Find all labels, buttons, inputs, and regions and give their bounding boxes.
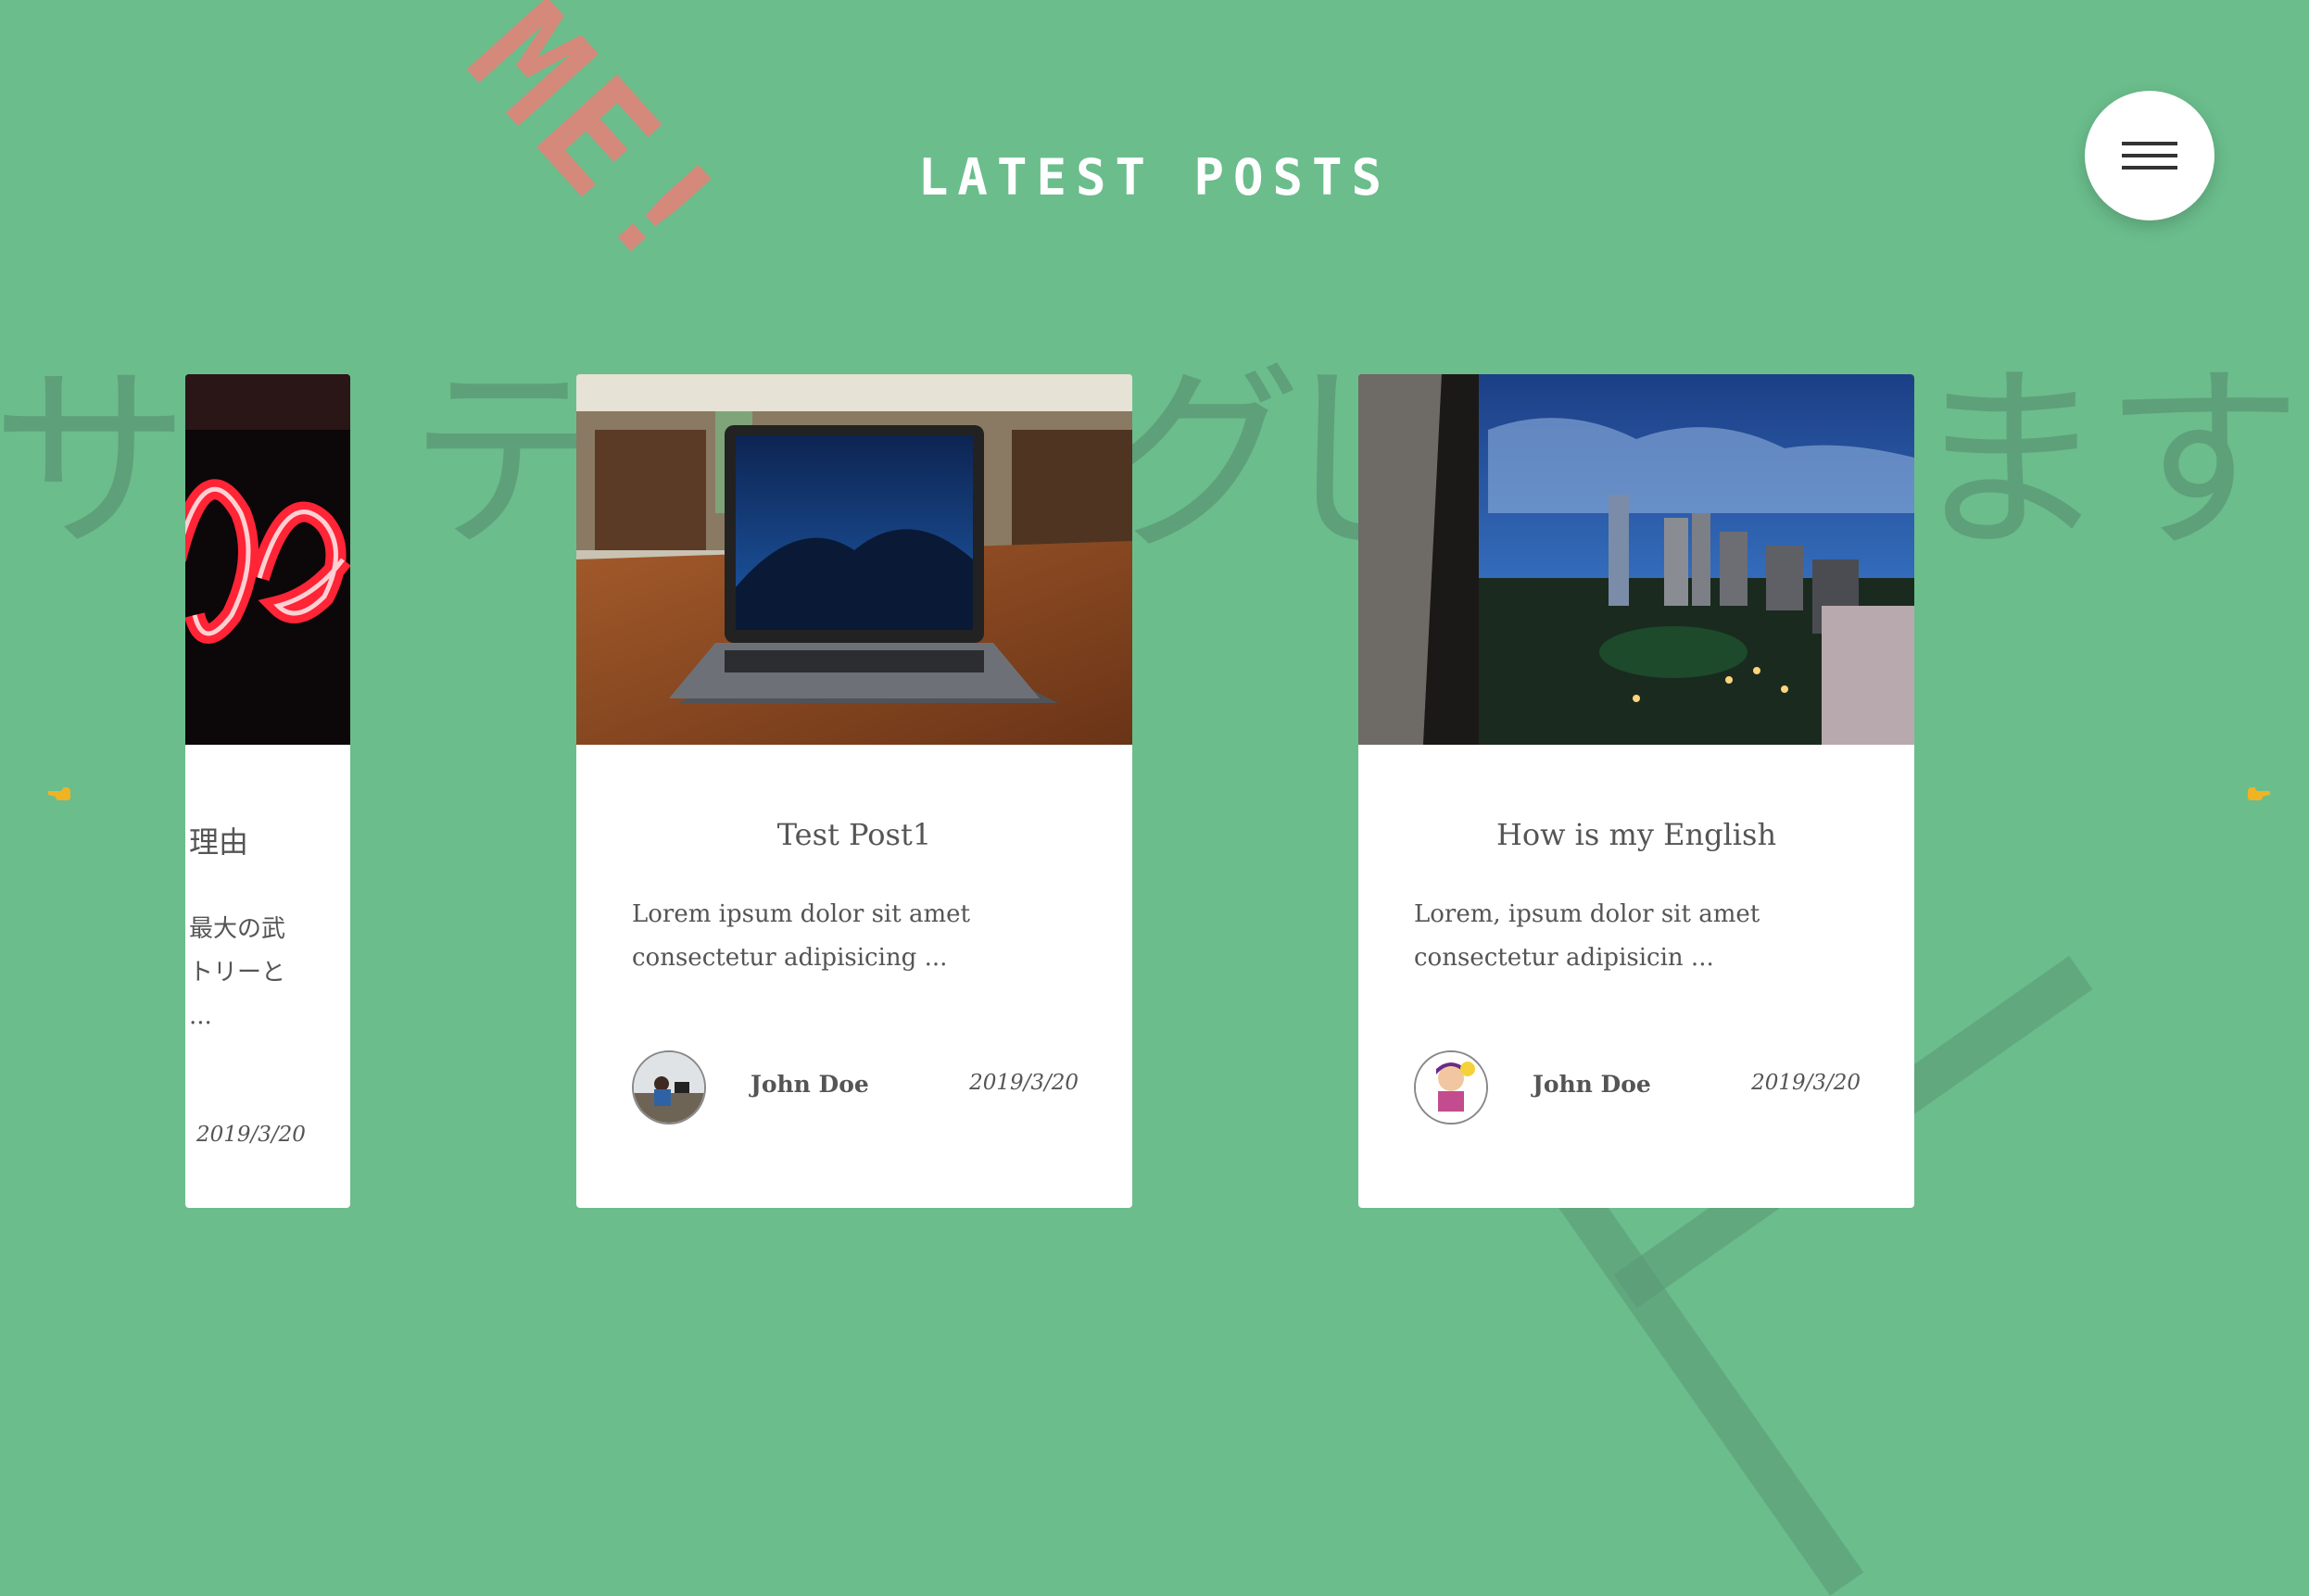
background-char: ま [1909,345,2108,577]
post-card[interactable]: Test Post1 Lorem ipsum dolor sit amet co… [576,374,1132,1208]
post-title[interactable]: Test Post1 [576,817,1132,852]
post-excerpt: Lorem ipsum dolor sit amet consectetur a… [632,900,970,972]
page-title: LATEST POSTS [917,148,1392,207]
excerpt-line: ... [189,1002,212,1030]
post-title[interactable]: 理由 [189,819,248,861]
excerpt-line: 最大の武 [189,915,286,943]
post-card[interactable]: 理由 最大の武 トリーと ... 2019/3/20 [185,374,350,1208]
post-excerpt: 最大の武 トリーと ... [189,908,350,1038]
pointing-hand-right-icon[interactable] [2246,784,2272,802]
author-name[interactable]: John Doe [751,1071,869,1098]
pointing-hand-left-icon[interactable] [46,784,72,802]
excerpt-line: トリーと [189,959,286,987]
post-title[interactable]: How is my English [1358,817,1914,852]
author-avatar [632,1050,706,1125]
neon-sign-photo [185,374,350,745]
post-card[interactable]: How is my English Lorem, ipsum dolor sit… [1358,374,1914,1208]
menu-button[interactable] [2085,91,2214,220]
post-date: 2019/3/20 [1751,1071,1861,1095]
post-excerpt: Lorem, ipsum dolor sit amet consectetur … [1414,900,1760,972]
author-avatar [1414,1050,1488,1125]
post-date: 2019/3/20 [196,1123,306,1147]
background-char: サ [0,345,190,577]
author-name[interactable]: John Doe [1533,1071,1651,1098]
post-date: 2019/3/20 [969,1071,1079,1095]
background-char: す [2103,345,2303,577]
city-night-skyline-photo [1358,374,1914,745]
laptop-on-table-photo [576,374,1132,745]
